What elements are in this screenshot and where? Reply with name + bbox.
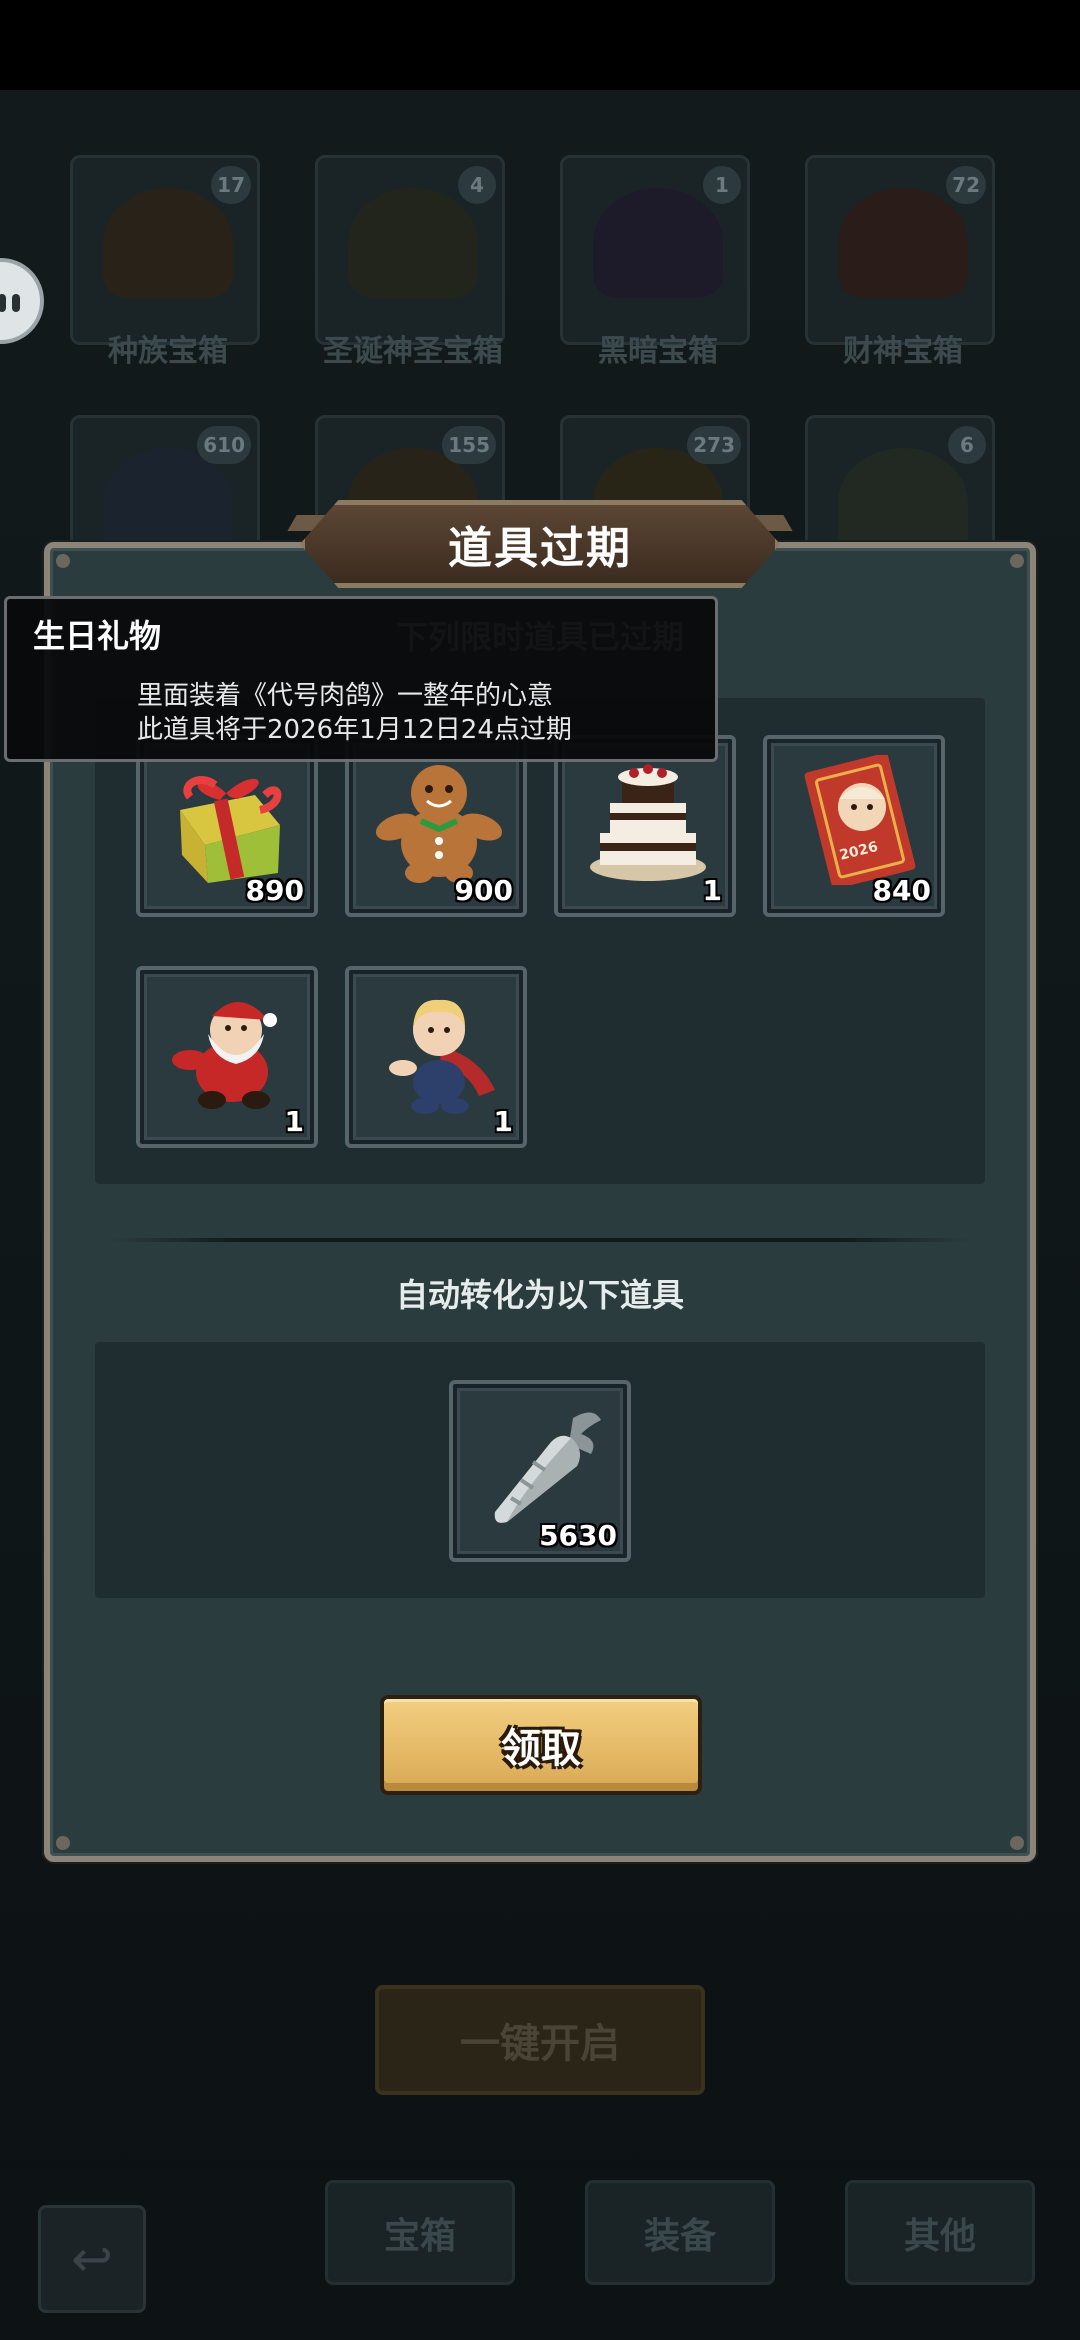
chest-count-badge: 17 xyxy=(211,166,251,204)
chest-count-badge: 1 xyxy=(703,166,741,204)
item-slot-gift[interactable]: 890 xyxy=(136,735,318,917)
status-bar xyxy=(0,0,1080,90)
claim-button[interactable]: 领取 xyxy=(380,1695,702,1795)
tooltip-title: 生日礼物 xyxy=(33,617,162,655)
back-button[interactable]: ↩ xyxy=(38,2205,146,2313)
item-quantity: 1 xyxy=(493,1105,513,1138)
chest-card-fortune[interactable]: 72 财神宝箱 xyxy=(805,155,995,369)
chest-count-badge: 72 xyxy=(946,166,986,204)
eye-icon xyxy=(12,294,20,312)
corner-rivet xyxy=(1010,554,1024,568)
tab-equipment[interactable]: 装备 xyxy=(585,2180,775,2285)
item-slot-gingerbread[interactable]: 900 xyxy=(345,735,527,917)
chest-count-badge: 4 xyxy=(458,166,496,204)
chest-icon xyxy=(103,188,233,298)
item-slot-newyear-card[interactable]: 2026 840 xyxy=(763,735,945,917)
tab-other[interactable]: 其他 xyxy=(845,2180,1035,2285)
chest-icon xyxy=(348,188,478,298)
chest-name: 圣诞神圣宝箱 xyxy=(323,334,503,369)
chest-card-christmas[interactable]: 4 圣诞神圣宝箱 xyxy=(315,155,505,369)
item-slot-silver-carrot[interactable]: 5630 xyxy=(449,1380,631,1562)
item-slot-santa-doll[interactable]: 1 xyxy=(136,966,318,1148)
chest-icon xyxy=(593,188,723,298)
item-tooltip: 生日礼物 里面装着《代号肉鸽》一整年的心意 此道具将于2026年1月12日24点… xyxy=(4,596,718,762)
item-slot-hero-doll[interactable]: 1 xyxy=(345,966,527,1148)
item-quantity: 1 xyxy=(284,1105,304,1138)
item-quantity: 890 xyxy=(245,874,304,907)
dialog-title-plate: 道具过期 xyxy=(300,500,780,588)
tooltip-expiry: 此道具将于2026年1月12日24点过期 xyxy=(137,715,572,745)
corner-rivet xyxy=(56,1836,70,1850)
section-divider xyxy=(110,1238,970,1242)
chest-icon xyxy=(838,188,968,298)
chest-card-race[interactable]: 17 种族宝箱 xyxy=(70,155,260,369)
chest-card-dark[interactable]: 1 黑暗宝箱 xyxy=(560,155,750,369)
silver-carrot-icon xyxy=(494,1412,601,1523)
tooltip-description: 里面装着《代号肉鸽》一整年的心意 xyxy=(137,681,554,711)
open-all-button[interactable]: 一键开启 xyxy=(375,1985,705,2095)
birthday-cake-icon xyxy=(590,764,706,881)
gift-box-icon xyxy=(180,776,282,883)
chest-name: 种族宝箱 xyxy=(108,334,228,369)
chest-count-badge: 273 xyxy=(687,426,741,464)
back-arrow-icon: ↩ xyxy=(71,2230,113,2288)
item-quantity: 900 xyxy=(454,874,513,907)
item-quantity: 840 xyxy=(872,874,931,907)
new-year-card-icon: 2026 xyxy=(804,755,916,885)
item-quantity: 5630 xyxy=(539,1519,617,1552)
corner-rivet xyxy=(56,554,70,568)
hero-doll-icon xyxy=(389,999,495,1114)
chest-name: 黑暗宝箱 xyxy=(598,334,718,369)
dialog-title: 道具过期 xyxy=(448,523,632,574)
item-quantity: 1 xyxy=(702,874,722,907)
santa-doll-icon xyxy=(172,1001,277,1109)
gingerbread-man-icon xyxy=(375,765,503,883)
chest-count-badge: 155 xyxy=(442,426,496,464)
corner-rivet xyxy=(1010,1836,1024,1850)
tab-chest[interactable]: 宝箱 xyxy=(325,2180,515,2285)
chest-count-badge: 6 xyxy=(948,426,986,464)
convert-label: 自动转化为以下道具 xyxy=(395,1276,684,1314)
eye-icon xyxy=(0,294,6,312)
chest-name: 财神宝箱 xyxy=(843,334,963,369)
chest-count-badge: 610 xyxy=(197,426,251,464)
item-slot-cake[interactable]: 1 xyxy=(554,735,736,917)
claim-button-label: 领取 xyxy=(501,1726,581,1772)
